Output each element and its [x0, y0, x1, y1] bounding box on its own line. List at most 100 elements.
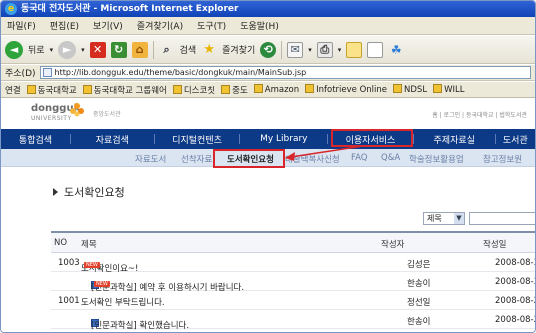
subnav-item[interactable]: 참고정보원 [483, 153, 522, 165]
table-row: [인문과학실] 확인했습니다. 한송이 2008-08-29 [51, 311, 535, 331]
library-name: 중앙도서관 [93, 111, 121, 118]
mail-dropdown-icon[interactable]: ▾ [308, 46, 312, 54]
back-dropdown-icon[interactable]: ▾ [50, 46, 54, 54]
menu-view[interactable]: 보기(V) [93, 19, 123, 32]
back-button-label[interactable]: 뒤로 [28, 43, 45, 56]
window-title: 동국대 전자도서관 - Microsoft Internet Explorer [21, 4, 239, 14]
link-folder-icon [433, 84, 443, 93]
link-folder-icon [253, 84, 263, 93]
address-label: 주소(D) [5, 69, 36, 79]
nav-library[interactable]: 도서관 [496, 133, 535, 146]
logo-flower-icon [70, 103, 84, 117]
row-author: 한송이 [407, 279, 431, 289]
link-folder-icon [26, 84, 36, 94]
menu-bar: 파일(F) 편집(E) 보기(V) 즐겨찾기(A) 도구(T) 도움말(H) [1, 17, 535, 35]
edit-icon[interactable] [346, 41, 363, 58]
utility-links[interactable]: 홈 | 로그인 | 동국대학교 | 법학도서관 [432, 110, 527, 119]
favorites-button-label[interactable]: 즐겨찾기 [222, 43, 255, 56]
history-icon[interactable]: ⟲ [260, 41, 277, 58]
site-header: dongguk UNIVERSITY 중앙도서관 홈 | 로그인 | 동국대학교… [1, 99, 535, 129]
col-date: 작성일 [483, 240, 507, 250]
title-bar: e 동국대 전자도서관 - Microsoft Internet Explore… [1, 1, 535, 17]
links-bar: 연결 동국대학교 동국대학교 그룹웨어 디스코칫 중도 Amazon Infot… [1, 82, 535, 98]
search-button-label[interactable]: 검색 [180, 43, 197, 56]
menu-file[interactable]: 파일(F) [7, 19, 36, 32]
menu-favorites[interactable]: 즐겨찾기(A) [137, 19, 183, 32]
messenger-icon[interactable]: ☘ [388, 42, 404, 58]
ie-icon: e [5, 3, 17, 15]
favorites-star-icon[interactable]: ★ [201, 42, 217, 58]
forward-dropdown-icon[interactable]: ▾ [81, 46, 85, 54]
link-folder-icon [221, 84, 231, 94]
col-title: 제목 [81, 240, 97, 250]
table-row: [인문과학실] 예약 후 이용하시기 바랍니다. NEW 한송이 2008-08-… [51, 273, 535, 293]
link-item[interactable]: Infotrieve Online [305, 84, 387, 95]
new-badge: NEW [84, 262, 100, 268]
nav-material-search[interactable]: 자료검색 [71, 133, 154, 146]
subnav-item[interactable]: 선착자료 [181, 153, 212, 165]
subnav-item[interactable]: Q&A [381, 153, 400, 163]
table-row: 1001 도서확인 부탁드립니다. 정선일 2008-08-29 [51, 292, 535, 310]
print-icon[interactable]: ⎙ [316, 41, 333, 58]
menu-help[interactable]: 도움말(H) [240, 19, 279, 32]
web-page: dongguk UNIVERSITY 중앙도서관 홈 | 로그인 | 동국대학교… [1, 99, 535, 332]
subnav-item[interactable]: 학술정보활용업 [409, 153, 464, 165]
refresh-icon[interactable]: ↻ [110, 41, 127, 58]
browser-window: e 동국대 전자도서관 - Microsoft Internet Explore… [0, 0, 536, 333]
home-icon[interactable]: ⌂ [131, 41, 148, 58]
back-arrow-icon[interactable]: ◄ [5, 40, 23, 59]
mail-icon[interactable]: ✉ [287, 41, 304, 58]
link-folder-icon [172, 84, 182, 94]
row-date: 2008-08-29 [495, 315, 535, 325]
link-folder-icon [305, 84, 315, 93]
link-folder-icon [82, 84, 92, 94]
row-author: 정선일 [407, 298, 431, 308]
title-bullet-icon [53, 188, 58, 196]
forward-arrow-icon[interactable]: ► [58, 40, 77, 59]
table-row: 1003 도서확인이요~!NEW 김성은 2008-08-30 [51, 254, 535, 274]
stop-icon[interactable]: ✕ [89, 41, 106, 58]
link-item[interactable]: NDSL [393, 84, 427, 95]
address-bar: 주소(D) http://lib.dongguk.edu/theme/basic… [1, 65, 535, 81]
link-folder-icon [393, 84, 403, 93]
main-nav: 통합검색 자료검색 디지털컨텐츠 My Library 이용자서비스 주제자료실… [1, 129, 535, 149]
row-no: 1001 [58, 296, 80, 306]
nav-subject-rooms[interactable]: 주제자료실 [414, 133, 495, 146]
row-date: 2008-08-29 [495, 296, 535, 306]
chevron-down-icon[interactable]: ▼ [454, 213, 464, 224]
row-date: 2008-08-30 [495, 277, 535, 287]
address-input[interactable]: http://lib.dongguk.edu/theme/basic/dongk… [39, 66, 531, 79]
toolbar-divider [152, 40, 154, 59]
search-icon[interactable]: ⌕ [159, 42, 175, 58]
link-item[interactable]: 디스코칫 [172, 84, 215, 96]
link-item[interactable]: 동국대학교 [26, 84, 77, 96]
row-date: 2008-08-30 [495, 258, 535, 268]
link-item[interactable]: WILL [433, 84, 464, 95]
link-item[interactable]: 동국대학교 그룹웨어 [82, 84, 167, 96]
col-author: 작성자 [381, 240, 405, 250]
nav-integrated-search[interactable]: 통합검색 [1, 133, 70, 146]
toolbar-divider [281, 40, 283, 59]
links-label: 연결 [5, 85, 21, 96]
page-title: 도서확인요청 [53, 184, 125, 200]
row-no: 1003 [58, 258, 80, 268]
print-dropdown-icon[interactable]: ▾ [338, 46, 342, 54]
link-item[interactable]: Amazon [253, 84, 299, 95]
search-input[interactable] [469, 212, 535, 225]
address-url[interactable]: http://lib.dongguk.edu/theme/basic/dongk… [55, 68, 307, 77]
page-icon [42, 68, 52, 77]
annotation-arrow-icon [285, 145, 364, 161]
menu-tools[interactable]: 도구(T) [197, 19, 226, 32]
col-no: NO [54, 238, 68, 248]
discuss-icon[interactable] [367, 41, 384, 58]
row-title[interactable]: 도서확인 부탁드립니다. [81, 296, 165, 308]
nav-digital-contents[interactable]: 디지털컨텐츠 [155, 133, 240, 146]
subnav-item[interactable]: 자료도서 [135, 153, 166, 165]
link-item[interactable]: 중도 [221, 84, 248, 96]
row-author: 한송이 [407, 317, 431, 327]
table-header: NO 제목 작성자 작성일 [51, 233, 535, 253]
new-badge: NEW [94, 281, 110, 287]
menu-edit[interactable]: 편집(E) [50, 19, 79, 32]
search-field-select[interactable]: 제목 ▼ [423, 212, 465, 225]
toolbar: ◄ 뒤로 ▾ ► ▾ ✕ ↻ ⌂ ⌕ 검색 ★ 즐겨찾기 ⟲ ✉ ▾ ⎙ ▾ ☘ [1, 36, 535, 64]
